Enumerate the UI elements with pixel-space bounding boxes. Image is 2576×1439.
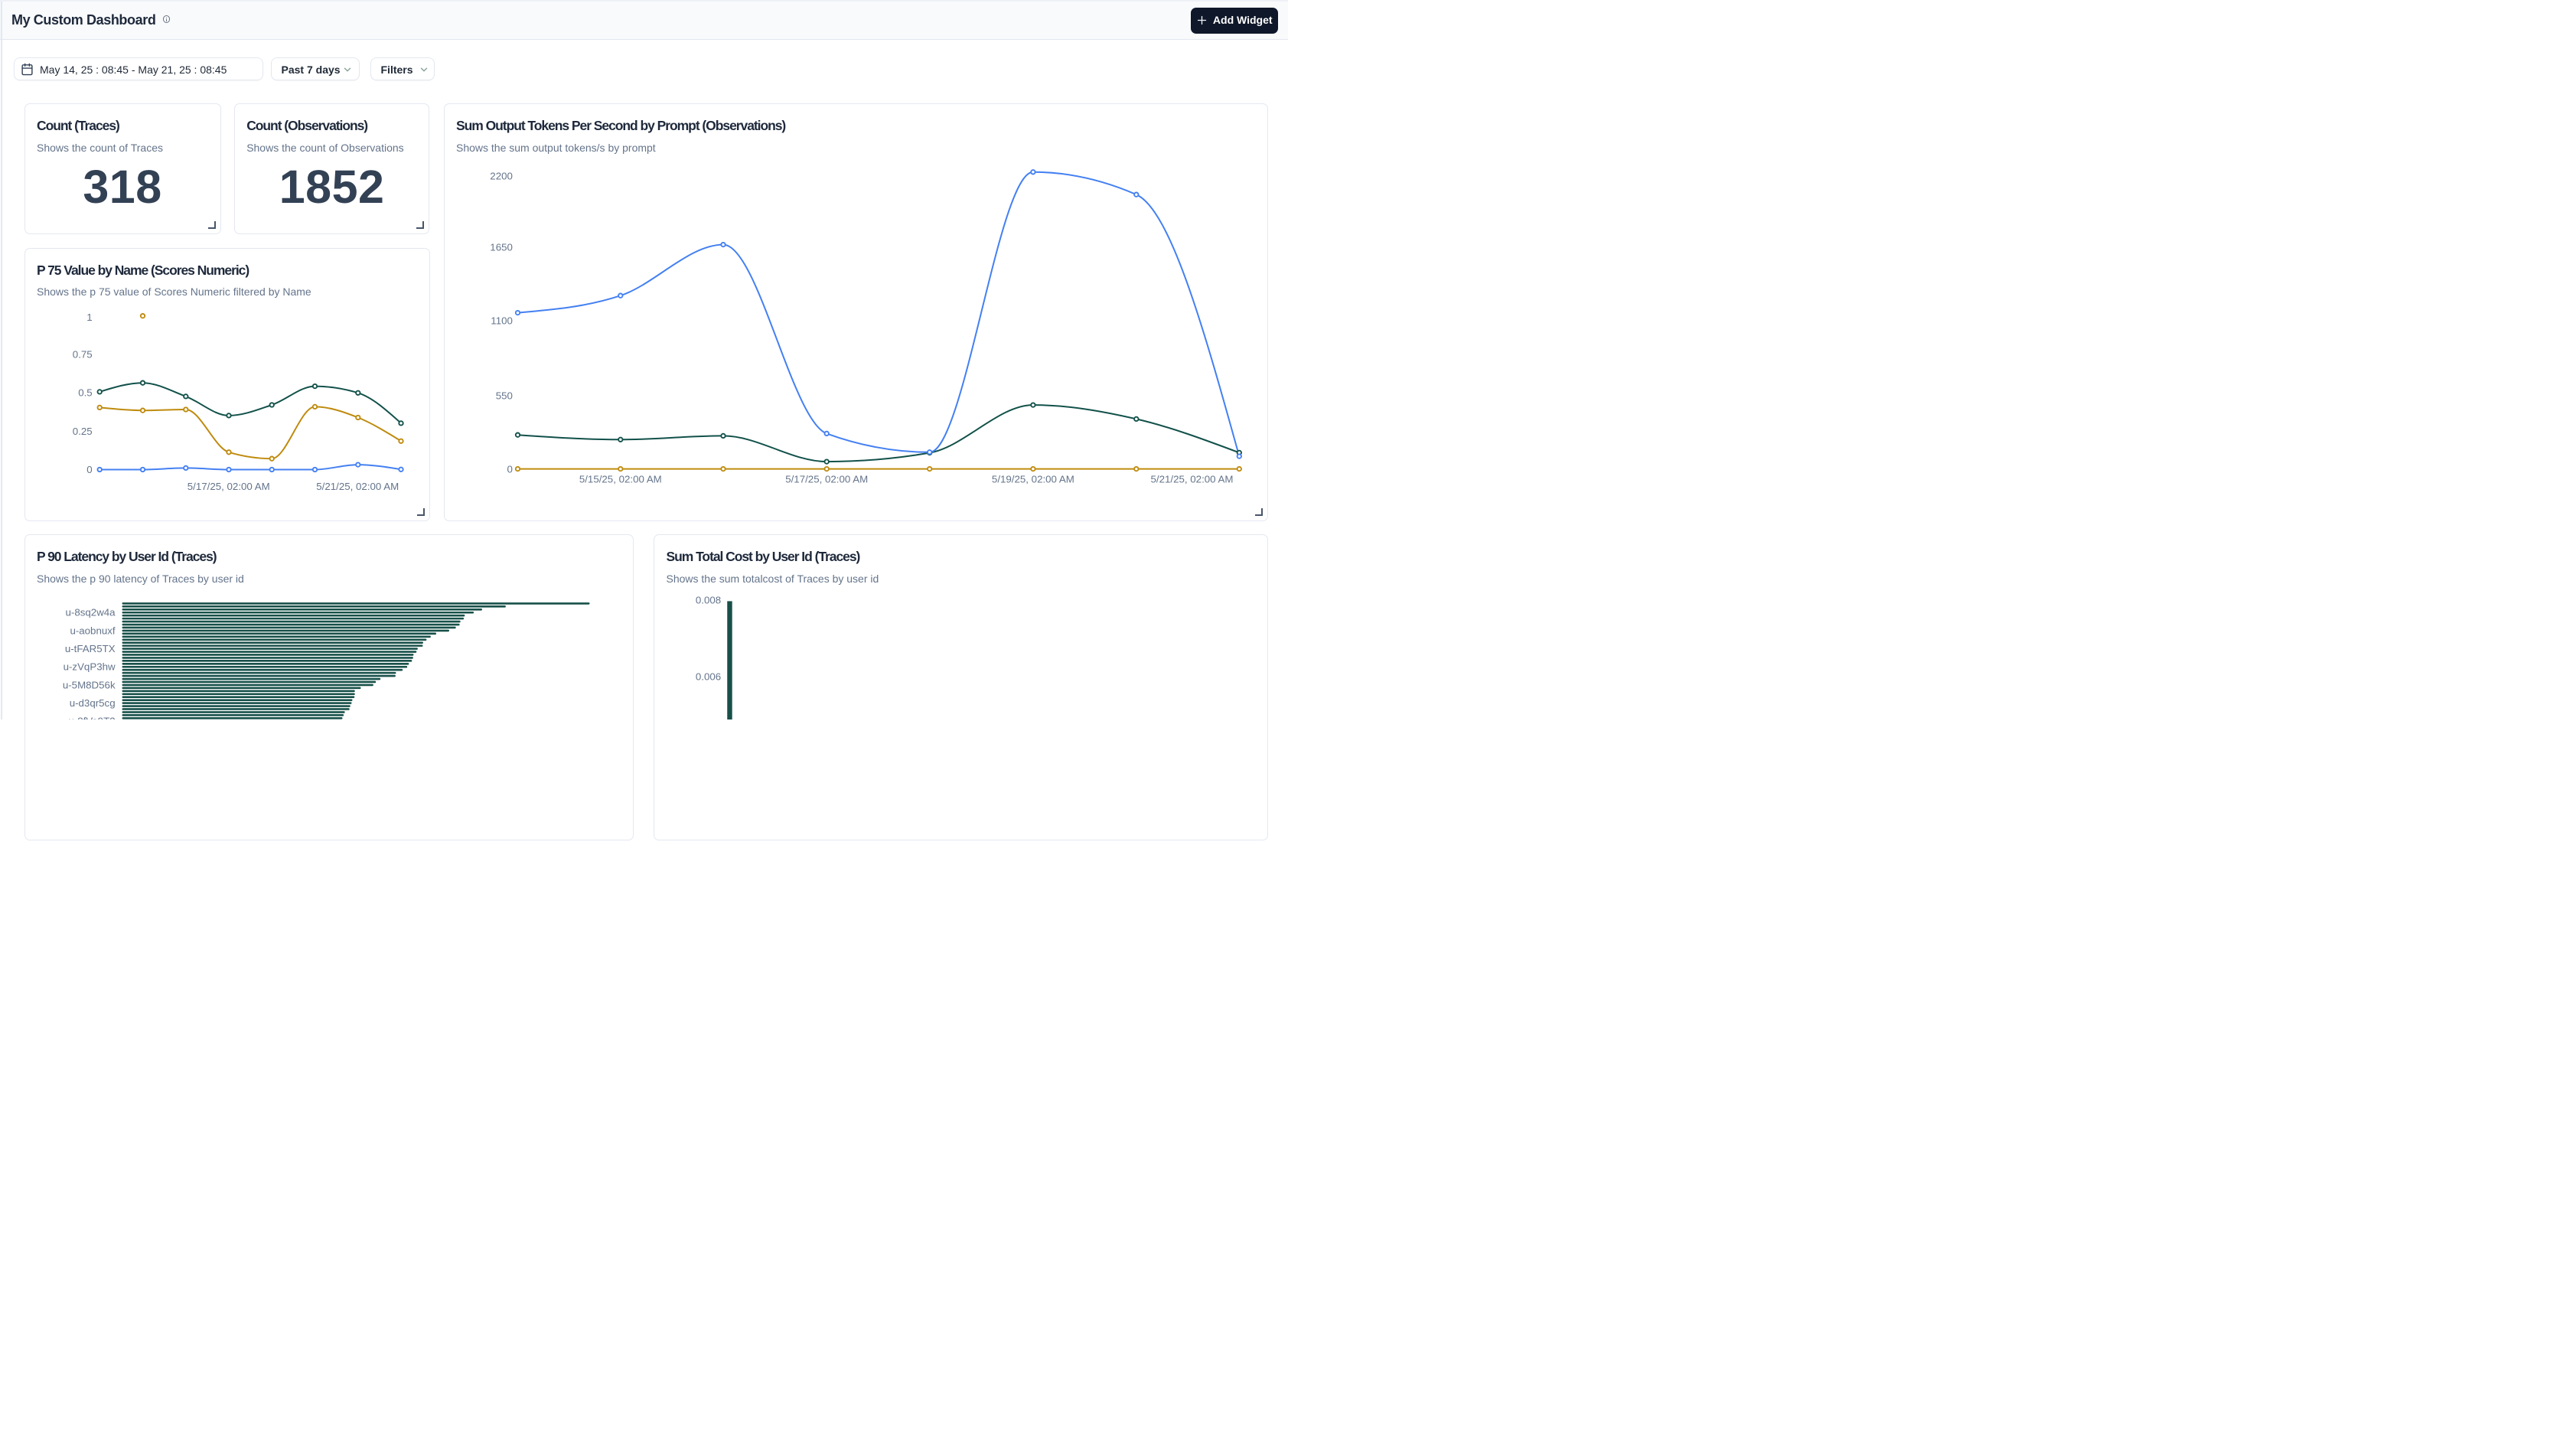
svg-text:0.75: 0.75	[72, 348, 92, 360]
svg-text:u-tFAR5TX: u-tFAR5TX	[64, 643, 115, 654]
svg-text:0.008: 0.008	[696, 595, 721, 606]
svg-text:5/21/25, 02:00 AM: 5/21/25, 02:00 AM	[316, 481, 399, 492]
svg-text:5/17/25, 02:00 AM: 5/17/25, 02:00 AM	[187, 481, 269, 492]
svg-text:u-aobnuxf: u-aobnuxf	[70, 625, 115, 636]
svg-text:0: 0	[86, 464, 92, 475]
svg-text:5/21/25, 02:00 AM: 5/21/25, 02:00 AM	[1150, 474, 1233, 485]
svg-text:5/15/25, 02:00 AM: 5/15/25, 02:00 AM	[579, 474, 661, 485]
svg-text:u-zVqP3hw: u-zVqP3hw	[63, 661, 115, 673]
svg-text:u-d3qr5cg: u-d3qr5cg	[69, 697, 115, 709]
svg-text:1: 1	[86, 312, 92, 323]
svg-text:u-8sq2w4a: u-8sq2w4a	[65, 607, 116, 618]
svg-text:0: 0	[507, 464, 512, 475]
svg-text:2200: 2200	[490, 171, 513, 182]
svg-text:1650: 1650	[490, 242, 513, 253]
svg-text:0.25: 0.25	[72, 425, 92, 436]
svg-text:u-5M8D56k: u-5M8D56k	[62, 679, 115, 690]
svg-text:550: 550	[495, 390, 512, 402]
svg-text:0.5: 0.5	[78, 387, 93, 398]
svg-text:1100: 1100	[491, 315, 513, 327]
svg-text:5/19/25, 02:00 AM: 5/19/25, 02:00 AM	[991, 474, 1074, 485]
svg-text:5/17/25, 02:00 AM: 5/17/25, 02:00 AM	[785, 474, 868, 485]
svg-text:u-8fVa9T3: u-8fVa9T3	[68, 716, 115, 720]
svg-text:0.006: 0.006	[696, 671, 721, 683]
